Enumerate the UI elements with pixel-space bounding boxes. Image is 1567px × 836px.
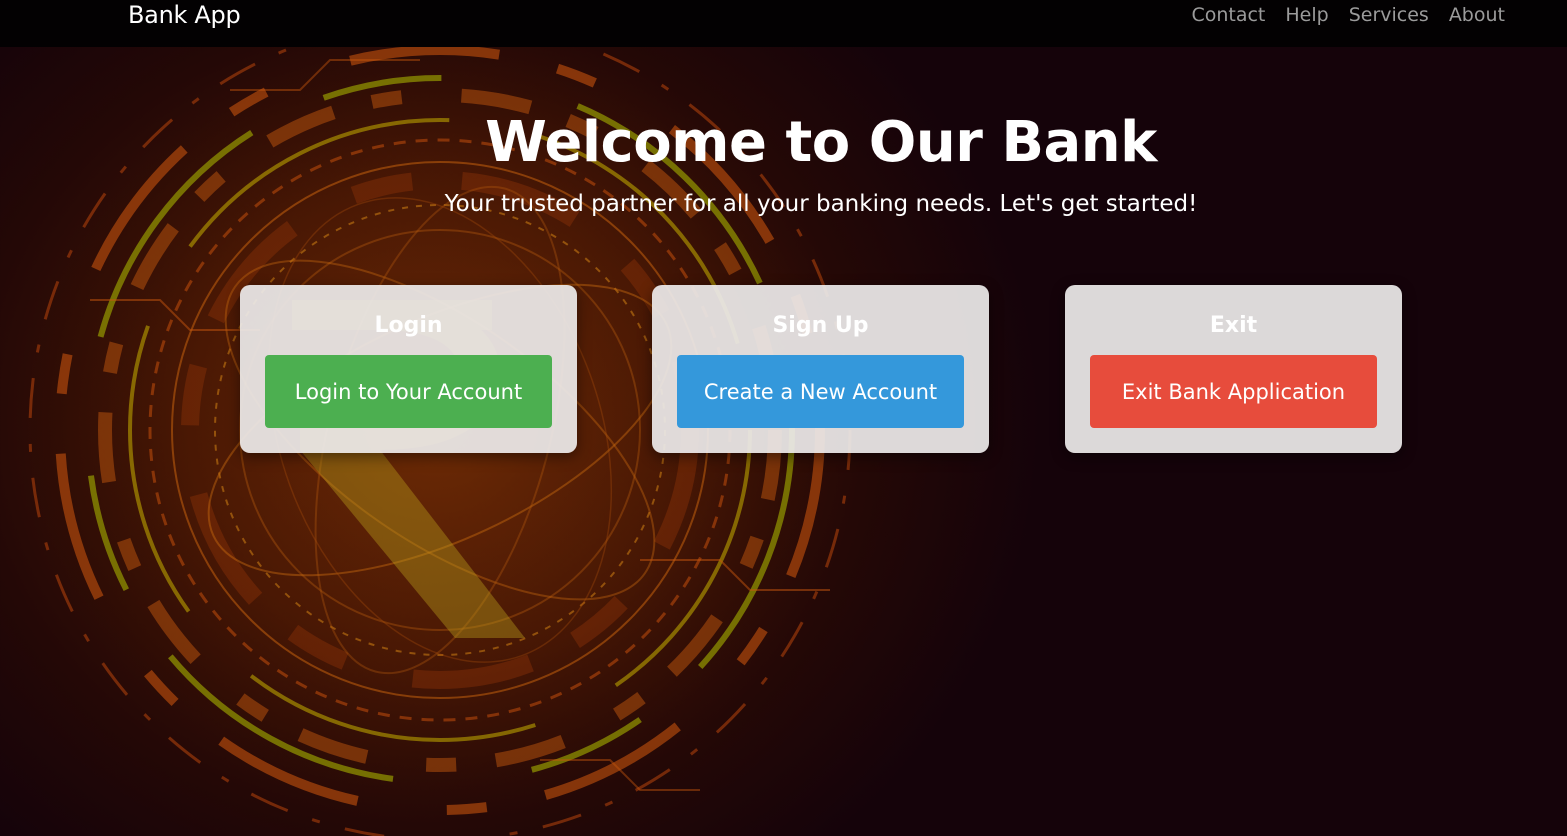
exit-card: Exit Exit Bank Application xyxy=(1065,285,1402,453)
page-title: Welcome to Our Bank xyxy=(485,110,1157,175)
exit-card-title: Exit xyxy=(1209,313,1258,338)
create-account-button[interactable]: Create a New Account xyxy=(677,355,964,428)
login-card: Login Login to Your Account xyxy=(240,285,577,453)
brand-logo-text[interactable]: Bank App xyxy=(128,0,241,30)
exit-application-button[interactable]: Exit Bank Application xyxy=(1090,355,1377,428)
login-card-title: Login xyxy=(374,313,443,338)
hero-section: Welcome to Our Bank Your trusted partner… xyxy=(0,108,1567,218)
nav-links: Contact Help Services About xyxy=(1191,0,1505,30)
nav-link-help[interactable]: Help xyxy=(1285,0,1328,30)
top-navbar: Bank App Contact Help Services About xyxy=(0,0,1567,47)
page-subtitle: Your trusted partner for all your bankin… xyxy=(444,191,1198,217)
nav-link-contact[interactable]: Contact xyxy=(1191,0,1265,30)
login-button[interactable]: Login to Your Account xyxy=(265,355,552,428)
signup-card-title: Sign Up xyxy=(772,313,869,338)
nav-link-about[interactable]: About xyxy=(1449,0,1505,30)
signup-card: Sign Up Create a New Account xyxy=(652,285,989,453)
nav-link-services[interactable]: Services xyxy=(1349,0,1429,30)
